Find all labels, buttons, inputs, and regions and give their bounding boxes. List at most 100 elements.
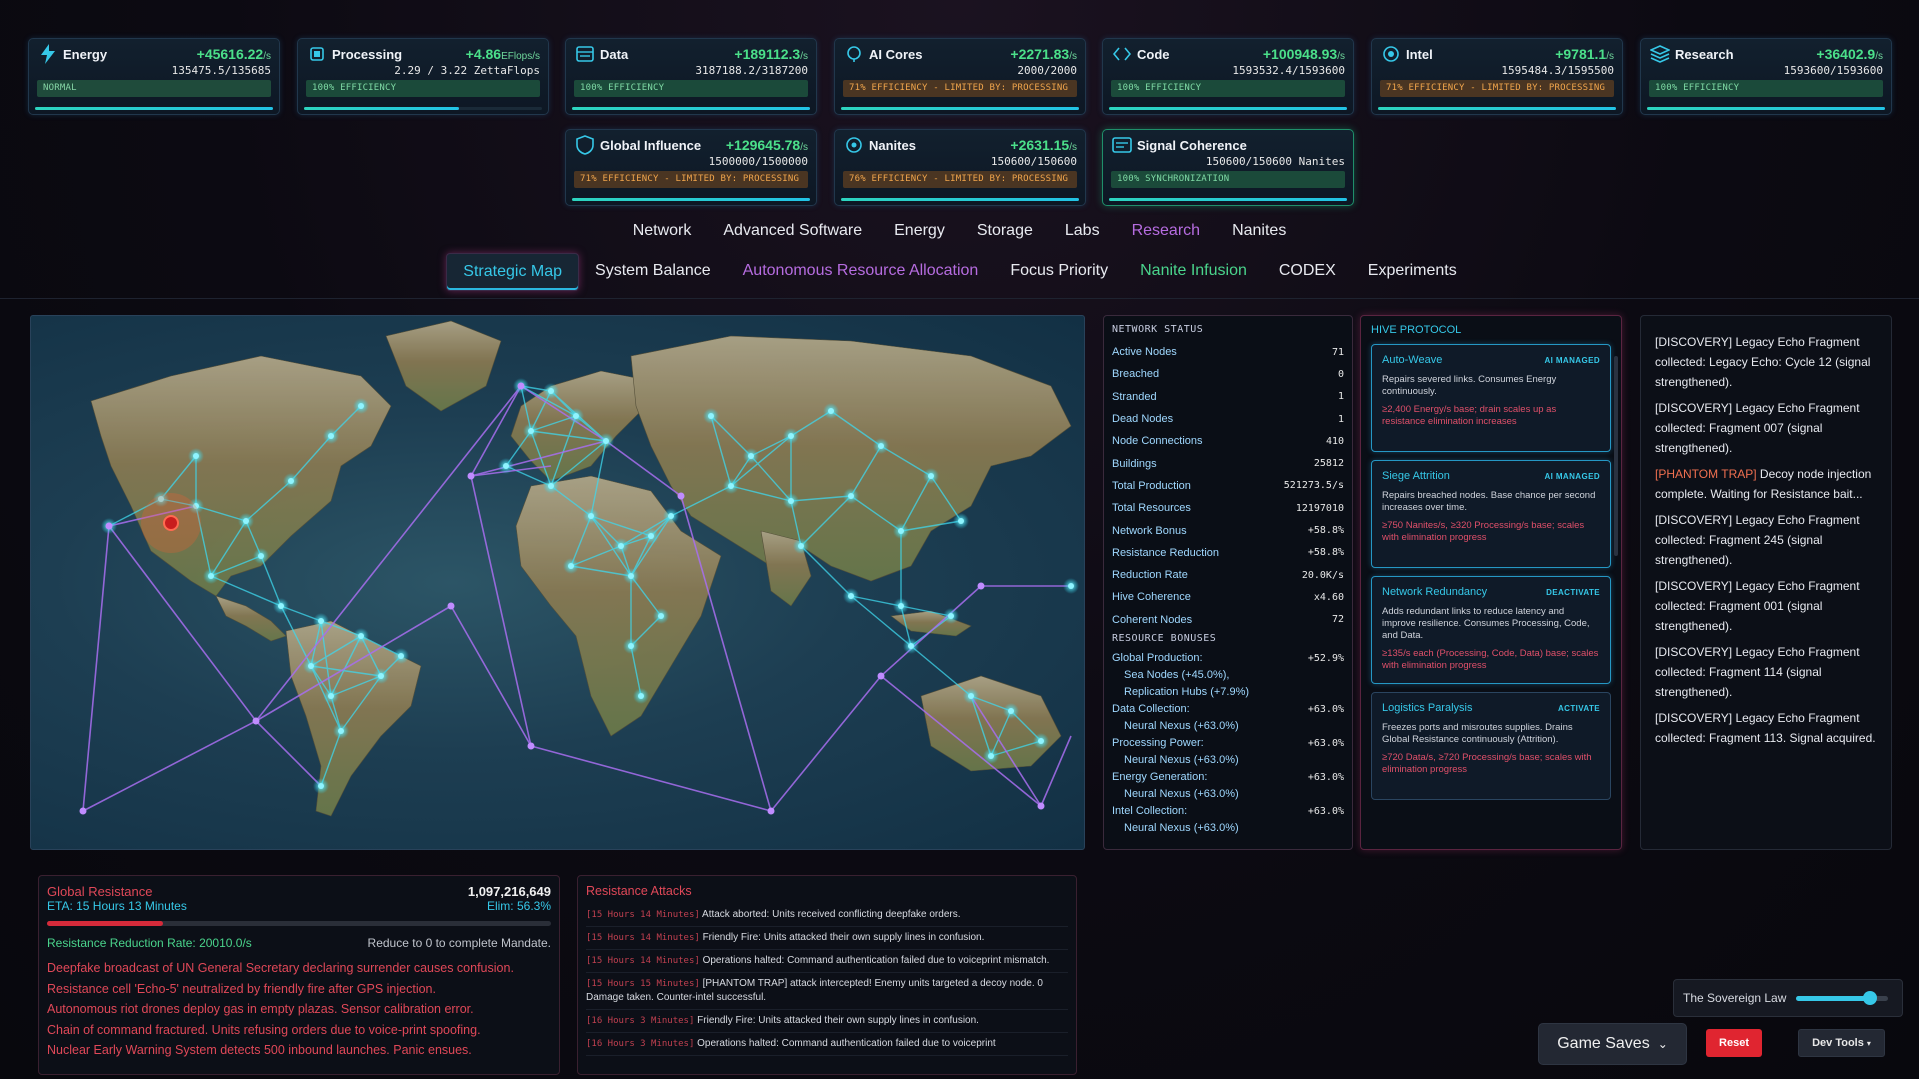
network-node[interactable] [318,783,324,789]
network-node[interactable] [958,518,964,524]
network-node[interactable] [898,528,904,534]
hive-card-logistics-paralysis[interactable]: Logistics Paralysis ACTIVATE Freezes ports… [1371,692,1611,800]
network-node[interactable] [588,513,594,519]
network-node[interactable] [338,728,344,734]
slider-knob[interactable] [1863,990,1877,1005]
relay-node[interactable] [79,807,87,815]
network-node[interactable] [503,463,509,469]
relay-node[interactable] [252,717,260,725]
network-node[interactable] [318,618,324,624]
network-node[interactable] [308,663,314,669]
tab-autonomous-resource-allocation[interactable]: Autonomous Resource Allocation [727,253,995,291]
hive-card-toggle[interactable]: AI MANAGED [1544,356,1600,365]
resistance-hotspot[interactable] [163,515,179,531]
hive-card-toggle[interactable]: AI MANAGED [1544,472,1600,481]
reset-button[interactable]: Reset [1706,1029,1762,1057]
tab-strategic-map[interactable]: Strategic Map [446,253,580,291]
relay-node[interactable] [447,602,455,610]
network-node[interactable] [948,613,954,619]
network-node[interactable] [358,403,364,409]
network-node[interactable] [378,673,384,679]
network-node[interactable] [898,603,904,609]
nav-storage[interactable]: Storage [961,222,1049,240]
nav-labs[interactable]: Labs [1049,222,1116,240]
network-node[interactable] [788,498,794,504]
resource-card-signal-coherence[interactable]: Signal Coherence 150600/150600 Nanites 100… [1102,129,1354,206]
sovereign-law-slider[interactable] [1796,990,1889,1005]
network-node[interactable] [878,443,884,449]
network-node[interactable] [648,533,654,539]
network-node[interactable] [243,518,249,524]
resource-card-ai-cores[interactable]: AI Cores +2271.83/s 2000/2000 71% EFFICIENC… [834,38,1086,115]
network-node[interactable] [828,408,834,414]
nav-nanites[interactable]: Nanites [1216,222,1302,240]
nav-research[interactable]: Research [1116,222,1216,240]
network-node[interactable] [328,693,334,699]
network-node[interactable] [628,643,634,649]
network-node[interactable] [658,613,664,619]
relay-node[interactable] [677,492,685,500]
relay-node[interactable] [467,472,475,480]
relay-node[interactable] [105,522,113,530]
relay-node[interactable] [977,582,985,590]
network-node[interactable] [798,543,804,549]
network-node[interactable] [193,453,199,459]
network-node[interactable] [258,553,264,559]
tab-experiments[interactable]: Experiments [1352,253,1473,291]
hive-card-auto-weave[interactable]: Auto-Weave AI MANAGED Repairs severed link… [1371,344,1611,452]
dev-tools-button[interactable]: Dev Tools ▾ [1798,1029,1885,1057]
network-node[interactable] [1068,583,1074,589]
tab-system-balance[interactable]: System Balance [579,253,727,291]
game-saves-button[interactable]: Game Saves ⌄ [1538,1023,1687,1065]
network-node[interactable] [328,433,334,439]
network-node[interactable] [848,593,854,599]
network-node[interactable] [1038,738,1044,744]
relay-node[interactable] [767,807,775,815]
resource-card-data[interactable]: Data +189112.3/s 3187188.2/3187200 100% EFF… [565,38,817,115]
hive-card-network-redundancy[interactable]: Network Redundancy DEACTIVATE Adds redunda… [1371,576,1611,684]
relay-node[interactable] [517,382,525,390]
network-node[interactable] [928,473,934,479]
network-node[interactable] [398,653,404,659]
network-node[interactable] [573,413,579,419]
hive-scrollbar[interactable] [1614,356,1618,556]
network-node[interactable] [618,543,624,549]
network-node[interactable] [278,603,284,609]
tab-nanite-infusion[interactable]: Nanite Infusion [1124,253,1263,291]
map-canvas[interactable] [31,316,1085,850]
network-node[interactable] [288,478,294,484]
resource-card-processing[interactable]: Processing +4.86EFlops/s 2.29 / 3.22 Zetta… [297,38,549,115]
network-node[interactable] [848,493,854,499]
hive-card-siege-attrition[interactable]: Siege Attrition AI MANAGED Repairs breache… [1371,460,1611,568]
hive-card-toggle[interactable]: ACTIVATE [1558,704,1600,713]
network-node[interactable] [728,483,734,489]
network-node[interactable] [1008,708,1014,714]
nav-network[interactable]: Network [617,222,708,240]
network-node[interactable] [548,388,554,394]
network-node[interactable] [208,573,214,579]
network-node[interactable] [568,563,574,569]
network-node[interactable] [908,643,914,649]
network-node[interactable] [748,453,754,459]
resource-card-nanites[interactable]: Nanites +2631.15/s 150600/150600 76% EFFICI… [834,129,1086,206]
network-node[interactable] [668,513,674,519]
hive-card-toggle[interactable]: DEACTIVATE [1546,588,1600,597]
strategic-map[interactable] [30,315,1085,850]
tab-focus-priority[interactable]: Focus Priority [994,253,1124,291]
network-node[interactable] [638,693,644,699]
resource-card-research[interactable]: Research +36402.9/s 1593600/1593600 100% EF… [1640,38,1892,115]
relay-node[interactable] [877,672,885,680]
network-node[interactable] [708,413,714,419]
resource-card-energy[interactable]: Energy +45616.22/s 135475.5/135685 NORMAL [28,38,280,115]
resource-card-code[interactable]: Code +100948.93/s 1593532.4/1593600 100% EF… [1102,38,1354,115]
resource-card-global-influence[interactable]: Global Influence +129645.78/s 1500000/1500… [565,129,817,206]
relay-node[interactable] [527,742,535,750]
network-node[interactable] [603,438,609,444]
relay-node[interactable] [1037,802,1045,810]
network-node[interactable] [988,753,994,759]
network-node[interactable] [548,483,554,489]
network-node[interactable] [788,433,794,439]
network-node[interactable] [528,428,534,434]
nav-advanced-software[interactable]: Advanced Software [707,222,878,240]
network-node[interactable] [628,573,634,579]
